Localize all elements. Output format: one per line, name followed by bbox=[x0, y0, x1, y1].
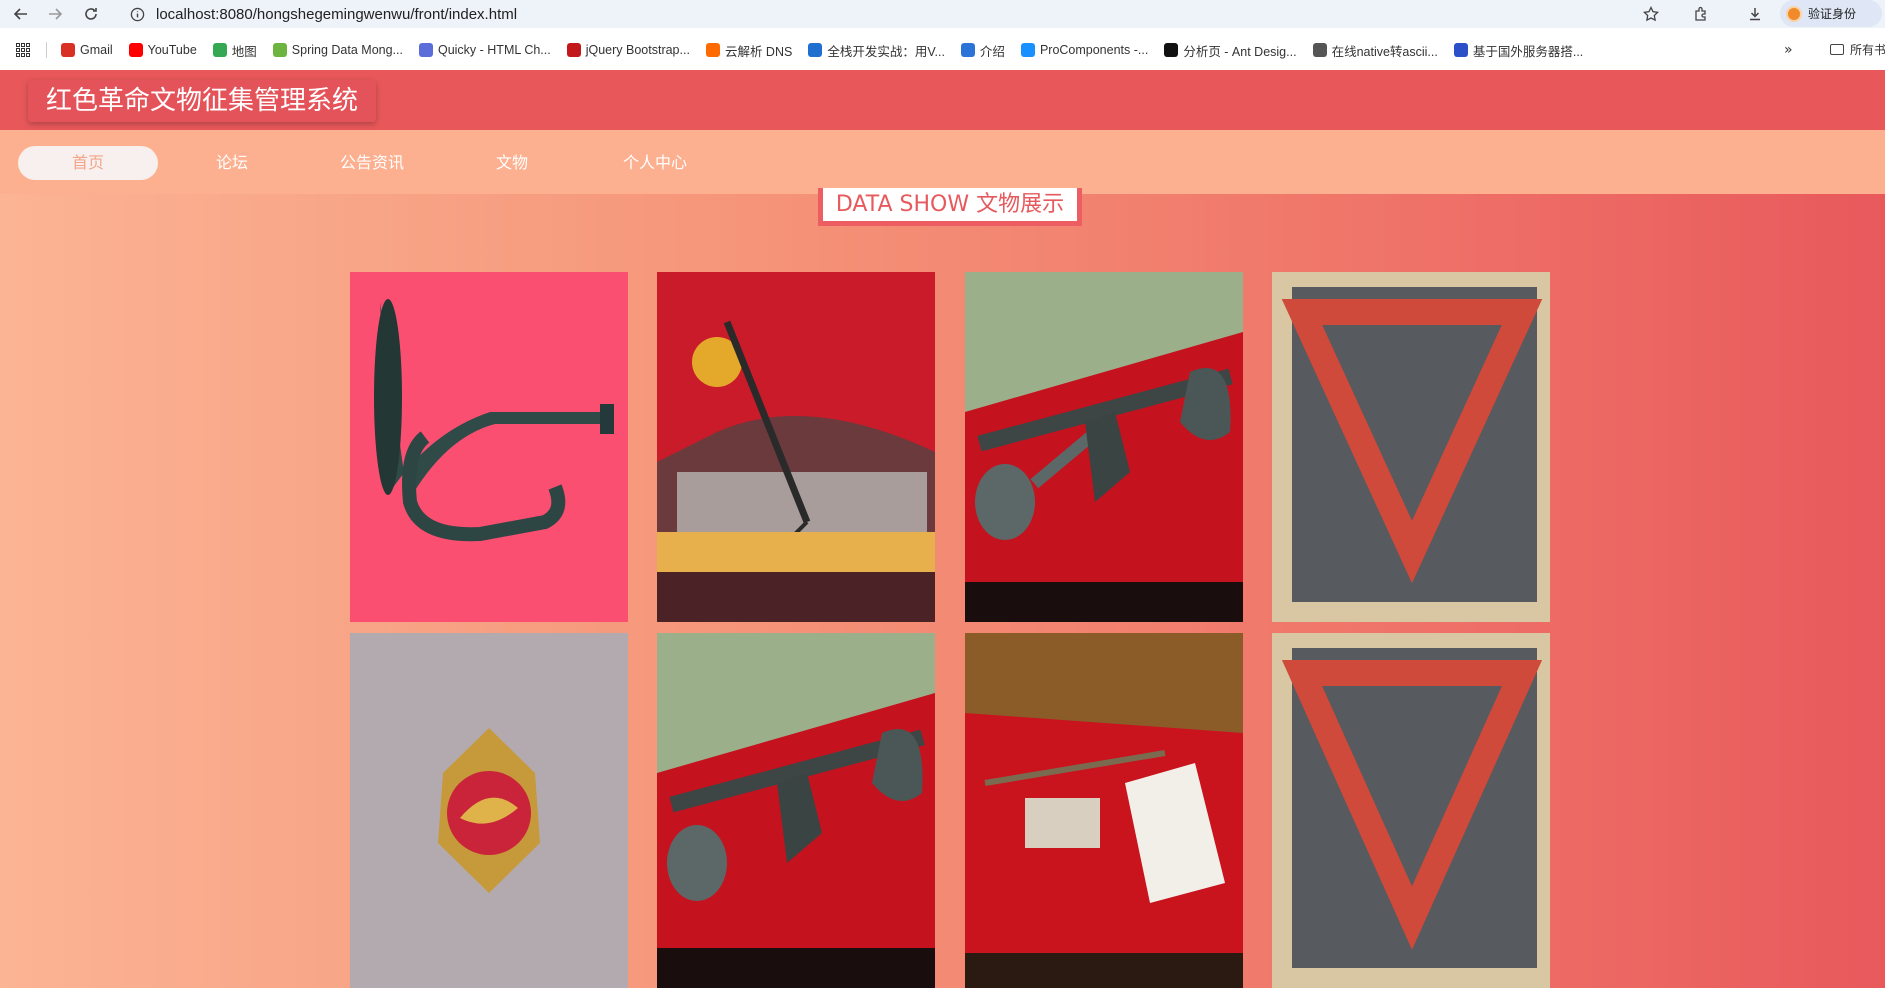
folder-icon bbox=[1830, 44, 1844, 55]
bookmark-label: ProComponents -... bbox=[1039, 43, 1149, 57]
bookmark-favicon-icon bbox=[272, 43, 287, 57]
nav-item-home[interactable]: 首页 bbox=[18, 146, 158, 180]
red-armband-image[interactable] bbox=[1272, 272, 1550, 622]
bookmark-favicon-icon bbox=[61, 43, 75, 57]
bookmark-item[interactable]: 分析页 - Ant Desig... bbox=[1164, 41, 1297, 60]
bookmark-star-icon[interactable] bbox=[1640, 3, 1662, 25]
address-row: localhost:8080/hongshegemingwenwu/front/… bbox=[0, 0, 1885, 28]
profile-label: 验证身份 bbox=[1808, 7, 1857, 21]
bookmark-label: 介绍 bbox=[979, 44, 1005, 59]
bookmark-label: 全栈开发实战：用V... bbox=[827, 44, 945, 59]
bookmark-favicon-icon bbox=[960, 43, 975, 57]
all-bookmarks-folder[interactable]: 所有书 bbox=[1830, 41, 1885, 58]
extensions-icon[interactable] bbox=[1690, 3, 1712, 25]
red-armband-image-2[interactable] bbox=[1272, 633, 1550, 988]
display-tools-image-2[interactable] bbox=[657, 633, 935, 988]
bookmark-label: Quicky - HTML Ch... bbox=[437, 43, 551, 57]
bookmark-label: Gmail bbox=[80, 43, 113, 57]
folder-label: 所有书 bbox=[1850, 43, 1885, 57]
back-icon[interactable] bbox=[8, 2, 34, 26]
bookmarks-overflow-icon[interactable]: » bbox=[1784, 42, 1793, 58]
bookmark-item[interactable]: 云解析 DNS bbox=[705, 41, 793, 60]
bookmark-label: 分析页 - Ant Desig... bbox=[1183, 44, 1297, 59]
nav-item-artifacts[interactable]: 文物 bbox=[442, 146, 582, 180]
exhibit-case-gun-image[interactable] bbox=[657, 272, 935, 622]
bookmark-item[interactable]: Spring Data Mong... bbox=[272, 43, 403, 57]
bookmark-item[interactable]: 在线native转ascii... bbox=[1312, 41, 1438, 60]
bookmark-item[interactable]: ProComponents -... bbox=[1020, 43, 1149, 57]
nav-item-personal-center[interactable]: 个人中心 bbox=[585, 146, 725, 180]
bookmark-item[interactable]: 基于国外服务器搭... bbox=[1453, 41, 1584, 60]
site-info-icon[interactable] bbox=[128, 5, 146, 23]
bookmark-item[interactable]: jQuery Bootstrap... bbox=[566, 43, 690, 57]
bookmark-item[interactable]: Gmail bbox=[61, 43, 113, 57]
bookmark-label: 地图 bbox=[231, 44, 257, 59]
section-title: DATA SHOW 文物展示 bbox=[818, 188, 1082, 226]
bookmark-label: 在线native转ascii... bbox=[1331, 44, 1438, 59]
bookmarks-bar: Gmail YouTube 地图 Spring Data Mong... Quicky … bbox=[0, 36, 1885, 64]
bookmark-favicon-icon bbox=[705, 43, 720, 57]
bookmarks-divider bbox=[46, 42, 47, 58]
bookmark-item[interactable]: YouTube bbox=[128, 43, 197, 57]
main-nav: 首页 论坛 公告资讯 文物 个人中心 bbox=[0, 130, 1885, 194]
download-icon[interactable] bbox=[1744, 3, 1766, 25]
browser-chrome: localhost:8080/hongshegemingwenwu/front/… bbox=[0, 0, 1885, 70]
url-text: localhost:8080/hongshegemingwenwu/front/… bbox=[156, 5, 518, 23]
bookmark-item[interactable]: Quicky - HTML Ch... bbox=[418, 43, 551, 57]
nav-item-forum[interactable]: 论坛 bbox=[162, 146, 302, 180]
site-title: 红色革命文物征集管理系统 bbox=[28, 80, 377, 122]
site-header: 红色革命文物征集管理系统 bbox=[0, 70, 1885, 130]
bookmark-label: Spring Data Mong... bbox=[291, 43, 403, 57]
bookmark-favicon-icon bbox=[1164, 43, 1179, 57]
bookmark-favicon-icon bbox=[1312, 43, 1327, 57]
apps-grid-icon[interactable] bbox=[16, 43, 30, 57]
bookmark-item[interactable]: 地图 bbox=[212, 41, 257, 60]
bookmark-label: jQuery Bootstrap... bbox=[585, 43, 690, 57]
forward-icon[interactable] bbox=[42, 2, 68, 26]
bookmark-favicon-icon bbox=[808, 43, 823, 57]
page-body: 红色革命文物征集管理系统 首页 论坛 公告资讯 文物 个人中心 DATA SHO… bbox=[0, 70, 1885, 988]
profile-avatar-icon bbox=[1786, 5, 1802, 22]
nav-item-announcements[interactable]: 公告资讯 bbox=[302, 146, 442, 180]
bookmark-favicon-icon bbox=[1020, 43, 1035, 57]
bookmark-favicon-icon bbox=[212, 43, 227, 57]
url-bar[interactable]: localhost:8080/hongshegemingwenwu/front/… bbox=[122, 1, 1672, 27]
bookmark-favicon-icon bbox=[566, 43, 581, 57]
bugle-artifact-image[interactable] bbox=[350, 272, 628, 622]
bookmark-label: 云解析 DNS bbox=[724, 44, 793, 59]
medal-badge-image[interactable] bbox=[350, 633, 628, 988]
bookmark-favicon-icon bbox=[418, 43, 433, 57]
display-tools-image[interactable] bbox=[965, 272, 1243, 622]
bookmark-label: 基于国外服务器搭... bbox=[1472, 44, 1584, 59]
bookmark-label: YouTube bbox=[147, 43, 197, 57]
bookmark-favicon-icon bbox=[128, 43, 143, 57]
sword-book-display-image[interactable] bbox=[965, 633, 1243, 988]
bookmark-favicon-icon bbox=[1453, 43, 1468, 57]
reload-icon[interactable] bbox=[78, 2, 104, 26]
bookmark-item[interactable]: 介绍 bbox=[960, 41, 1005, 60]
profile-button[interactable]: 验证身份 bbox=[1780, 0, 1882, 27]
bookmark-item[interactable]: 全栈开发实战：用V... bbox=[808, 41, 945, 60]
